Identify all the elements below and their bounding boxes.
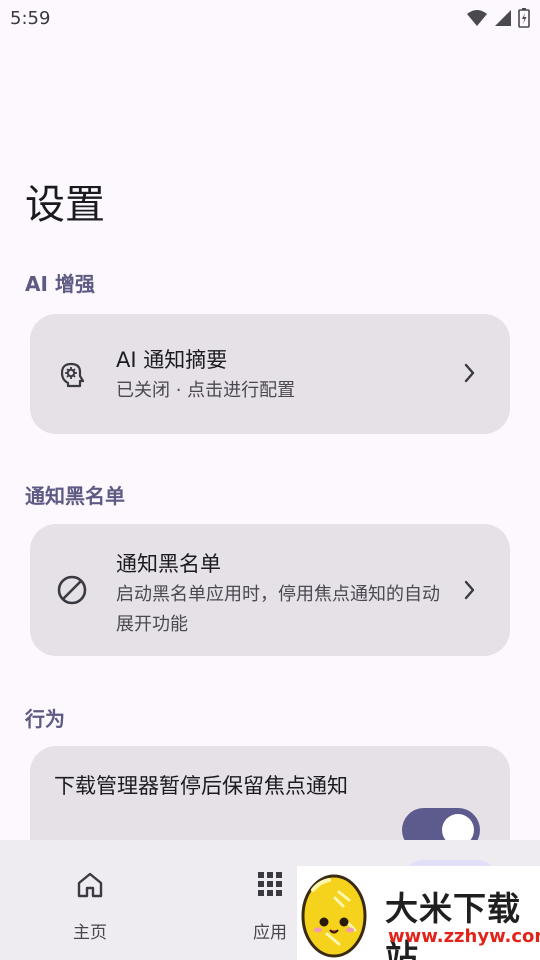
cellular-signal-icon: [494, 9, 512, 27]
watermark-title: 大米下载站: [385, 889, 521, 960]
blacklist-title: 通知黑名单: [116, 552, 221, 576]
notification-blacklist-card[interactable]: 通知黑名单 启动黑名单应用时，停用焦点通知的自动展开功能: [30, 524, 510, 656]
wifi-icon: [466, 9, 488, 27]
section-header-ai: AI 增强: [25, 272, 95, 296]
keep-focus-notification-title: 下载管理器暂停后保留焦点通知: [54, 774, 348, 798]
ai-notification-summary-card[interactable]: AI 通知摘要 已关闭 · 点击进行配置: [30, 314, 510, 434]
watermark-logo: 大米下载站 www.zzhyw.com: [297, 866, 540, 960]
nav-item-home[interactable]: 主页: [30, 840, 150, 960]
brain-head-icon: [56, 360, 86, 394]
battery-icon: [518, 8, 530, 28]
status-bar: 5:59: [0, 0, 540, 36]
block-icon: [56, 574, 88, 610]
section-header-blacklist: 通知黑名单: [25, 484, 125, 508]
watermark-url: www.zzhyw.com: [388, 926, 540, 947]
status-icons: [466, 8, 530, 28]
grid-icon: [256, 870, 284, 902]
ai-summary-title: AI 通知摘要: [116, 348, 228, 372]
nav-label-home: 主页: [73, 923, 107, 943]
blacklist-subtitle: 启动黑名单应用时，停用焦点通知的自动展开功能: [116, 584, 440, 635]
mascot-logo-icon: [299, 868, 369, 960]
page-title: 设置: [25, 182, 105, 228]
chevron-right-icon: [464, 362, 476, 388]
status-time: 5:59: [10, 8, 51, 29]
ai-summary-subtitle: 已关闭 · 点击进行配置: [116, 380, 296, 401]
chevron-right-icon: [464, 579, 476, 605]
home-icon: [75, 870, 105, 904]
section-header-behavior: 行为: [25, 707, 65, 731]
